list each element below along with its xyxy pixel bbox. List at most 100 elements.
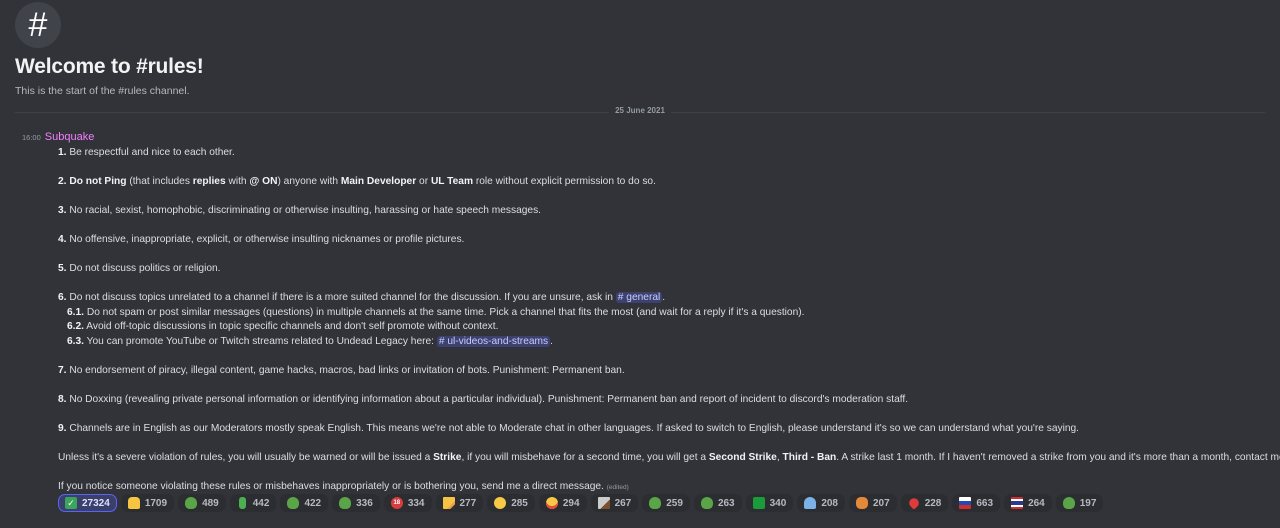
rule-9: 9. Channels are in English as our Modera… — [58, 422, 1280, 437]
rule-text: with — [225, 176, 250, 187]
rule-text: No Doxxing (revealing private personal i… — [66, 393, 909, 405]
reaction-count: 489 — [202, 497, 219, 509]
russia-flag-icon — [959, 497, 972, 509]
channel-mention-ul-videos[interactable]: # ul-videos-and-streams — [436, 335, 551, 347]
reaction-button[interactable]: 294 — [538, 494, 587, 512]
reaction-count: 336 — [356, 497, 373, 509]
rule-text: . — [550, 335, 553, 347]
reaction-button[interactable]: 18 334 — [383, 494, 432, 512]
rule-text: Do not discuss topics unrelated to a cha… — [66, 292, 616, 303]
rule-text: No endorsement of piracy, illegal conten… — [66, 364, 625, 376]
rule-1: 1. Be respectful and nice to each other. — [58, 146, 1280, 161]
cactus-icon — [238, 497, 246, 509]
edited-label: (edited) — [606, 483, 629, 491]
thailand-flag-icon — [1011, 497, 1024, 509]
rule-text: . A strike last 1 month. If I haven't re… — [836, 451, 1280, 463]
rule-text: Do not spam or post similar messages (qu… — [84, 306, 805, 318]
message-content: 1. Be respectful and nice to each other.… — [58, 146, 1280, 494]
heart-eyes-icon — [545, 497, 558, 509]
frog-icon — [339, 497, 352, 509]
rule-text: If you notice someone violating these ru… — [58, 480, 607, 492]
rule-text: You can promote YouTube or Twitch stream… — [84, 335, 437, 347]
reaction-button[interactable]: 340 — [745, 494, 794, 512]
reaction-count: 263 — [717, 497, 735, 509]
reaction-bar: ✓ 27324 1709 489 442 422 336 18 334 277 285 294 267 2… — [58, 494, 1104, 512]
reaction-button[interactable]: 336 — [332, 494, 380, 512]
reaction-button[interactable]: 489 — [178, 494, 226, 512]
reaction-button[interactable]: 442 — [229, 494, 277, 512]
reaction-button[interactable]: 208 — [797, 494, 845, 512]
rule-bold: @ ON — [249, 176, 278, 187]
reaction-button[interactable]: 277 — [435, 494, 484, 512]
reaction-button[interactable]: 207 — [849, 494, 897, 512]
rule-number: 7. — [58, 364, 67, 376]
rule-text: (that includes — [126, 176, 193, 187]
brazil-flag-icon — [752, 497, 765, 509]
reaction-button[interactable]: 1709 — [120, 494, 175, 512]
reaction-count: 267 — [614, 497, 632, 509]
rule-text: Do not discuss politics or religion. — [66, 263, 221, 274]
rule-number: 6. — [58, 292, 67, 303]
check-mark-icon: ✓ — [65, 497, 77, 509]
rule-text: No offensive, inappropriate, explicit, o… — [66, 234, 465, 245]
rule-6-1: 6.1. Do not spam or post similar message… — [58, 306, 1280, 321]
reaction-count: 228 — [924, 497, 942, 509]
rule-bold: replies — [192, 176, 226, 187]
reaction-button[interactable]: ✓ 27324 — [58, 494, 117, 512]
frog-icon — [1062, 497, 1075, 509]
rule-text: Unless it's a severe violation of rules,… — [58, 451, 434, 463]
welcome-title: Welcome to #rules! — [15, 55, 204, 78]
rule-number: 5. — [58, 263, 67, 274]
ghost-icon — [804, 497, 817, 509]
reaction-button[interactable]: 228 — [900, 494, 949, 512]
reaction-count: 197 — [1079, 497, 1097, 509]
rule-number: 9. — [58, 422, 67, 434]
rule-number: 6.2. — [67, 321, 84, 332]
message-timestamp[interactable]: 16:00 — [22, 133, 41, 142]
reaction-button[interactable]: 663 — [952, 494, 1001, 512]
rule-2: 2. Do not Ping (that includes replies wi… — [58, 175, 1280, 190]
rule-number: 3. — [58, 205, 67, 216]
rule-5: 5. Do not discuss politics or religion. — [58, 262, 1280, 277]
knife-icon — [597, 497, 610, 509]
channel-welcome: # Welcome to #rules! This is the start o… — [15, 2, 204, 97]
rule-text: No racial, sexist, homophobic, discrimin… — [66, 205, 542, 216]
message-author[interactable]: Subquake — [45, 131, 95, 143]
rule-number: 8. — [58, 393, 67, 405]
rule-text: Be respectful and nice to each other. — [66, 147, 235, 158]
reaction-button[interactable]: 285 — [487, 494, 535, 512]
frog-icon — [649, 497, 662, 509]
reaction-button[interactable]: 267 — [590, 494, 639, 512]
channel-hash-icon: # — [15, 2, 61, 48]
rule-bold: Main Developer — [340, 176, 417, 187]
heart-icon — [906, 496, 921, 510]
rule-text: , if you will misbehave for a second tim… — [461, 451, 709, 463]
rule-text: . — [662, 292, 666, 303]
reaction-button[interactable]: 197 — [1055, 494, 1104, 512]
channel-mention-general[interactable]: # general — [615, 292, 663, 303]
reaction-button[interactable]: 264 — [1004, 494, 1052, 512]
reaction-count: 27324 — [82, 497, 110, 509]
reaction-button[interactable]: 263 — [693, 494, 742, 512]
message-header: 16:00 Subquake — [22, 131, 94, 143]
rule-bold: Third - Ban — [782, 451, 837, 463]
rule-text: Avoid off-topic discussions in topic spe… — [84, 321, 499, 332]
reaction-button[interactable]: 259 — [642, 494, 690, 512]
reaction-count: 340 — [769, 497, 787, 509]
rule-6-2: 6.2. Avoid off-topic discussions in topi… — [58, 320, 1280, 335]
reaction-count: 277 — [459, 497, 477, 509]
rule-bold: UL Team — [430, 176, 474, 187]
pencil-icon — [442, 497, 455, 509]
rule-7: 7. No endorsement of piracy, illegal con… — [58, 364, 1280, 379]
reaction-count: 422 — [304, 497, 322, 509]
reaction-count: 663 — [976, 497, 994, 509]
date-divider-label: 25 June 2021 — [609, 106, 671, 115]
rule-text: or — [416, 176, 431, 187]
reaction-count: 264 — [1028, 497, 1045, 509]
reaction-count: 294 — [562, 497, 580, 509]
reaction-button[interactable]: 422 — [280, 494, 329, 512]
rule-bold: Second Strike — [708, 451, 777, 463]
rule-number: 2. — [58, 176, 67, 187]
date-divider: 25 June 2021 — [15, 106, 1265, 115]
no-under-18-icon: 18 — [390, 497, 403, 509]
